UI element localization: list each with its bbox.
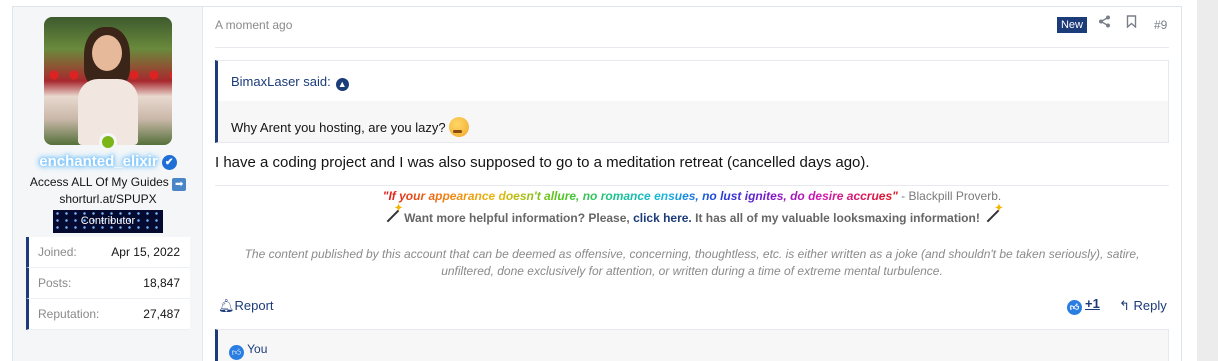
reply-arrow-icon: ↰ — [1119, 298, 1130, 313]
signature-attribution: - Blackpill Proverb. — [897, 189, 1002, 203]
online-status-indicator — [99, 133, 117, 151]
stat-reputation: Reputation: 27,487 — [26, 299, 190, 330]
user-banner: Contributor — [53, 210, 163, 233]
stat-value: 27,487 — [143, 307, 180, 321]
reply-button[interactable]: ↰ Reply — [1119, 298, 1167, 314]
post-number-link[interactable]: #9 — [1154, 18, 1167, 32]
like-icon: 👍︎ — [1067, 300, 1082, 315]
verified-badge-icon: ✔ — [161, 155, 177, 170]
stat-posts: Posts: 18,847 — [26, 268, 190, 299]
stat-label: Joined: — [38, 245, 77, 259]
stat-value: Apr 15, 2022 — [111, 245, 180, 259]
reaction-count[interactable]: +1 — [1085, 296, 1100, 311]
user-sidebar: enchanted_elixir ✔ Access ALL Of My Guide… — [13, 7, 203, 361]
post-message: I have a coding project and I was also s… — [215, 154, 870, 171]
stat-label: Posts: — [38, 276, 72, 290]
avatar[interactable] — [44, 17, 172, 145]
report-button[interactable]: 🔔︎Report — [218, 298, 274, 314]
signature-disclaimer: The content published by this account th… — [244, 247, 1140, 278]
reactions-bar: 👍︎ You — [215, 329, 1169, 361]
report-label[interactable]: Report — [235, 298, 274, 313]
quote-body: Why Arent you hosting, are you lazy? — [231, 117, 469, 137]
quote-header[interactable]: BimaxLaser said: ▲ — [218, 61, 1168, 101]
post-main: A moment ago New #9 BimaxLaser said: ▲ Wh… — [203, 7, 1181, 361]
magic-wand-icon — [983, 203, 1003, 225]
bookmark-icon[interactable] — [1126, 15, 1137, 31]
like-icon: 👍︎ — [229, 345, 244, 360]
signature-link[interactable]: click here. — [633, 211, 692, 225]
bell-icon: 🔔︎ — [218, 298, 235, 313]
quote-text: Why Arent you hosting, are you lazy? — [231, 120, 446, 135]
signature-divider — [215, 185, 1169, 186]
signature-quote: "If your appearance doesn't allure, no r… — [382, 189, 898, 203]
arrow-right-icon: ➡ — [172, 178, 187, 191]
reactions-list[interactable]: 👍︎ You — [229, 342, 267, 360]
magic-wand-icon — [383, 203, 402, 225]
signature-line1: "If your appearance doesn't allure, no r… — [203, 189, 1181, 203]
arrow-up-circle-icon[interactable]: ▲ — [335, 78, 349, 91]
share-icon[interactable] — [1098, 15, 1111, 31]
quote-author[interactable]: BimaxLaser said: — [231, 74, 331, 89]
stat-label: Reputation: — [38, 307, 100, 321]
new-badge: New — [1057, 17, 1087, 33]
signature-text-post: It has all of my valuable looksmaxing in… — [691, 211, 980, 225]
quote-block: BimaxLaser said: ▲ Why Arent you hosting,… — [215, 60, 1169, 143]
stat-joined: Joined: Apr 15, 2022 — [26, 237, 190, 268]
divider — [215, 47, 1169, 48]
reaction-button[interactable]: 👍︎ +1 — [1067, 296, 1100, 315]
stat-value: 18,847 — [143, 276, 180, 290]
user-title: Access ALL Of My Guides ➡ shorturl.at/SP… — [13, 174, 203, 208]
signature-line2: Want more helpful information? Please, c… — [203, 203, 1181, 225]
user-title-line2: shorturl.at/SPUPX — [59, 192, 157, 206]
signature-text-pre: Want more helpful information? Please, — [404, 211, 634, 225]
avatar-face — [92, 35, 122, 71]
post-timestamp[interactable]: A moment ago — [215, 18, 292, 32]
username[interactable]: enchanted_elixir ✔ — [13, 153, 203, 170]
username-text[interactable]: enchanted_elixir — [39, 153, 157, 170]
user-stats: Joined: Apr 15, 2022 Posts: 18,847 Reput… — [26, 237, 190, 330]
scrollbar[interactable] — [1197, 0, 1218, 361]
thinking-emoji-icon — [448, 117, 469, 137]
user-title-line1: Access ALL Of My Guides — [29, 175, 169, 189]
forum-post: enchanted_elixir ✔ Access ALL Of My Guide… — [12, 6, 1182, 361]
reactions-by[interactable]: You — [247, 342, 267, 356]
reply-label[interactable]: Reply — [1134, 298, 1167, 313]
